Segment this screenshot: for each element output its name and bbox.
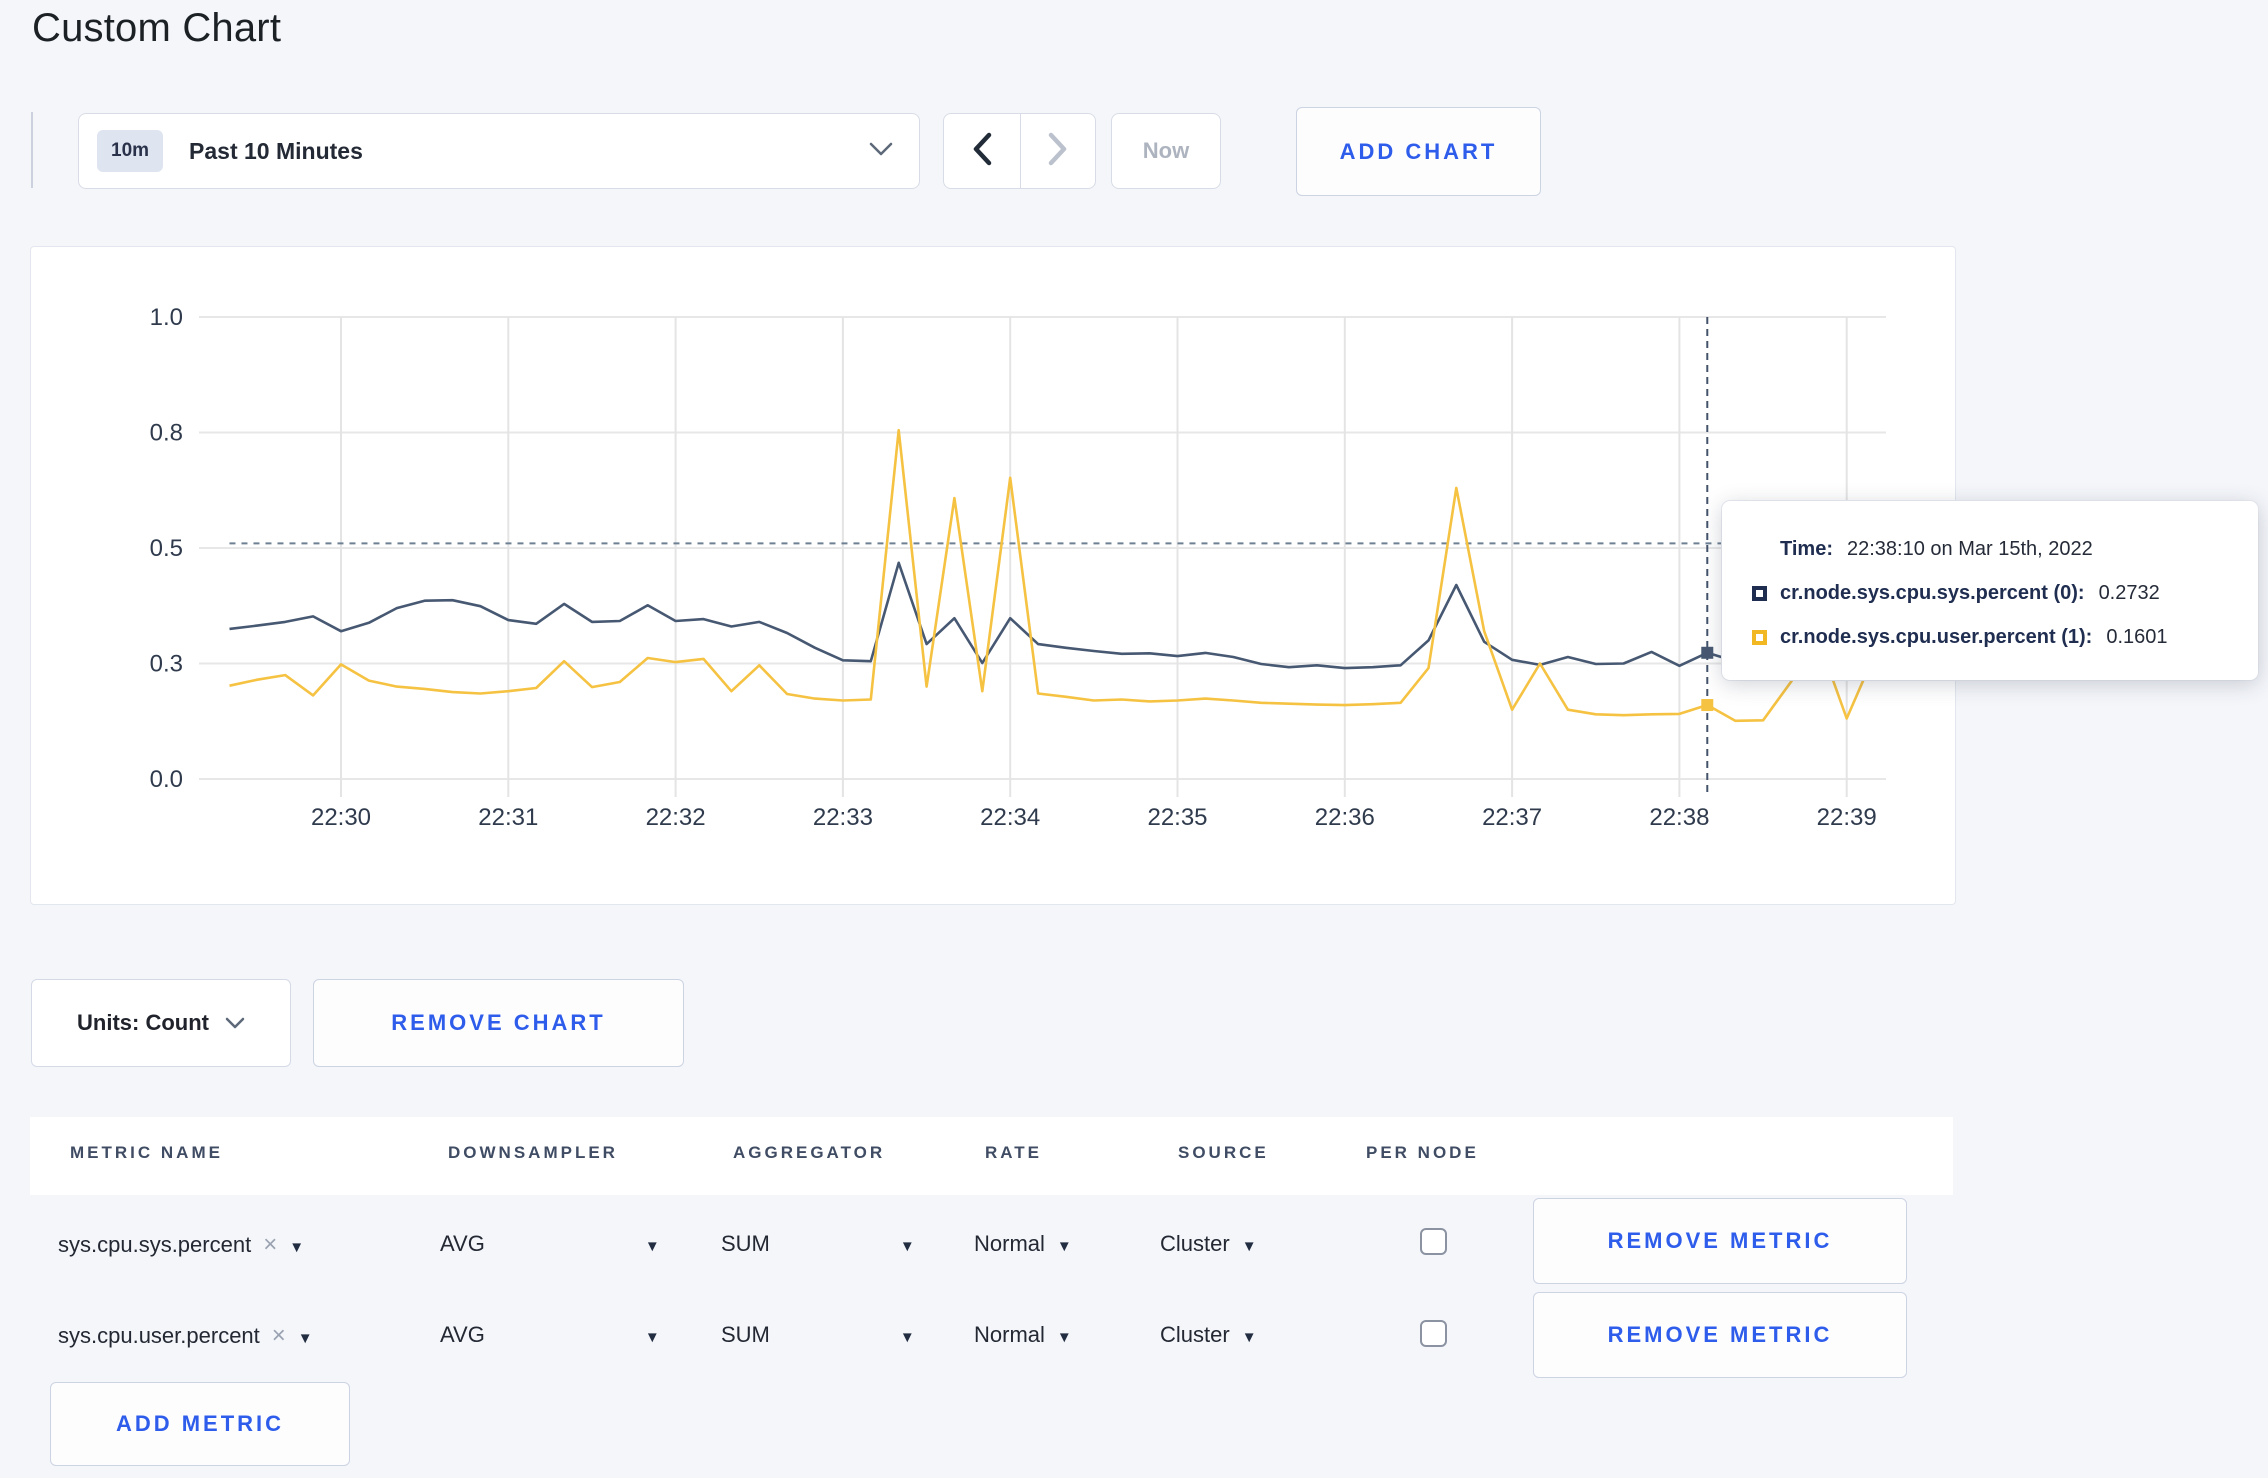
- now-button[interactable]: Now: [1111, 113, 1221, 189]
- rate-select[interactable]: Normal ▼: [974, 1322, 1072, 1348]
- time-range-badge: 10m: [97, 130, 164, 172]
- tooltip-series-sys-label: cr.node.sys.cpu.sys.percent (0):: [1780, 581, 2085, 604]
- chart-tooltip: Time: 22:38:10 on Mar 15th, 2022 cr.node…: [1722, 501, 2258, 680]
- clear-metric-icon[interactable]: ×: [263, 1231, 277, 1258]
- caret-down-icon: ▼: [1241, 1238, 1257, 1255]
- toolbar-left-divider: [31, 112, 33, 188]
- add-chart-button[interactable]: ADD CHART: [1296, 107, 1541, 196]
- tooltip-series-user-label: cr.node.sys.cpu.user.percent (1):: [1780, 625, 2093, 648]
- chart-card: 0.0 0.3 0.5 0.8 1.0 22:30 22:31 22:32 22:33 22:34…: [30, 246, 1956, 905]
- svg-text:22:31: 22:31: [478, 804, 538, 831]
- svg-text:22:36: 22:36: [1315, 804, 1375, 831]
- tooltip-time-value: 22:38:10 on Mar 15th, 2022: [1846, 537, 2093, 560]
- svg-text:22:37: 22:37: [1482, 804, 1542, 831]
- page-title: Custom Chart: [32, 6, 282, 50]
- column-header-source: SOURCE: [1178, 1143, 1269, 1162]
- time-range-label: Past 10 Minutes: [189, 137, 363, 164]
- caret-down-icon: ▼: [297, 1330, 313, 1347]
- time-range-select[interactable]: 10m Past 10 Minutes: [78, 113, 920, 189]
- chevron-right-icon: [1047, 132, 1069, 171]
- caret-down-icon: ▼: [899, 1238, 915, 1255]
- caret-down-icon: ▼: [1056, 1238, 1072, 1255]
- aggregator-select[interactable]: SUM ▼: [721, 1231, 915, 1257]
- aggregator-select[interactable]: SUM ▼: [721, 1322, 915, 1348]
- tooltip-series-sys-value: 0.2732: [2098, 581, 2160, 604]
- downsampler-select[interactable]: AVG ▼: [440, 1231, 660, 1257]
- chevron-down-icon: [225, 1017, 245, 1029]
- column-header-downsampler: DOWNSAMPLER: [448, 1143, 618, 1162]
- svg-text:22:32: 22:32: [646, 804, 706, 831]
- chevron-left-icon: [971, 132, 993, 171]
- column-header-aggregator: AGGREGATOR: [733, 1143, 886, 1162]
- downsampler-select[interactable]: AVG ▼: [440, 1322, 660, 1348]
- caret-down-icon: ▼: [644, 1238, 660, 1255]
- chevron-down-icon: [869, 142, 893, 161]
- column-header-metric-name: METRIC NAME: [70, 1143, 223, 1162]
- caret-down-icon: ▼: [899, 1329, 915, 1346]
- svg-text:22:34: 22:34: [980, 804, 1040, 831]
- svg-text:22:33: 22:33: [813, 804, 873, 831]
- caret-down-icon: ▼: [644, 1329, 660, 1346]
- svg-text:0.0: 0.0: [150, 766, 183, 793]
- caret-down-icon: ▼: [289, 1239, 305, 1256]
- tooltip-series-user-value: 0.1601: [2106, 625, 2168, 648]
- tooltip-time-label: Time:: [1780, 537, 1833, 560]
- column-header-per-node: PER NODE: [1366, 1143, 1479, 1162]
- svg-text:22:38: 22:38: [1649, 804, 1709, 831]
- svg-text:0.8: 0.8: [150, 420, 183, 447]
- svg-text:22:35: 22:35: [1147, 804, 1207, 831]
- svg-text:22:30: 22:30: [311, 804, 371, 831]
- per-node-checkbox[interactable]: [1420, 1228, 1447, 1255]
- metrics-table-header: METRIC NAME DOWNSAMPLER AGGREGATOR RATE …: [30, 1117, 1953, 1195]
- source-select[interactable]: Cluster ▼: [1160, 1231, 1257, 1257]
- add-metric-button[interactable]: ADD METRIC: [50, 1382, 350, 1466]
- time-nav-group: [943, 113, 1096, 189]
- svg-text:1.0: 1.0: [150, 304, 183, 331]
- time-forward-button[interactable]: [1019, 114, 1096, 188]
- remove-chart-button[interactable]: REMOVE CHART: [313, 979, 684, 1067]
- caret-down-icon: ▼: [1056, 1329, 1072, 1346]
- units-select[interactable]: Units: Count: [31, 979, 291, 1067]
- clear-metric-icon[interactable]: ×: [272, 1322, 286, 1349]
- remove-metric-button[interactable]: REMOVE METRIC: [1533, 1292, 1907, 1378]
- svg-text:0.5: 0.5: [150, 535, 183, 562]
- svg-text:22:39: 22:39: [1817, 804, 1877, 831]
- source-select[interactable]: Cluster ▼: [1160, 1322, 1257, 1348]
- timeseries-chart[interactable]: 0.0 0.3 0.5 0.8 1.0 22:30 22:31 22:32 22:33 22:34…: [31, 247, 1957, 906]
- remove-metric-button[interactable]: REMOVE METRIC: [1533, 1198, 1907, 1284]
- svg-text:0.3: 0.3: [150, 651, 183, 678]
- time-back-button[interactable]: [944, 114, 1020, 188]
- caret-down-icon: ▼: [1241, 1329, 1257, 1346]
- rate-select[interactable]: Normal ▼: [974, 1231, 1072, 1257]
- metric-name-select[interactable]: sys.cpu.sys.percent × ▼: [58, 1231, 304, 1259]
- column-header-rate: RATE: [985, 1143, 1043, 1162]
- series-swatch-sys-icon: [1752, 585, 1767, 601]
- series-swatch-user-icon: [1752, 629, 1767, 645]
- units-label: Units: Count: [77, 1010, 209, 1035]
- metric-name-select[interactable]: sys.cpu.user.percent × ▼: [58, 1322, 313, 1350]
- per-node-checkbox[interactable]: [1420, 1320, 1447, 1347]
